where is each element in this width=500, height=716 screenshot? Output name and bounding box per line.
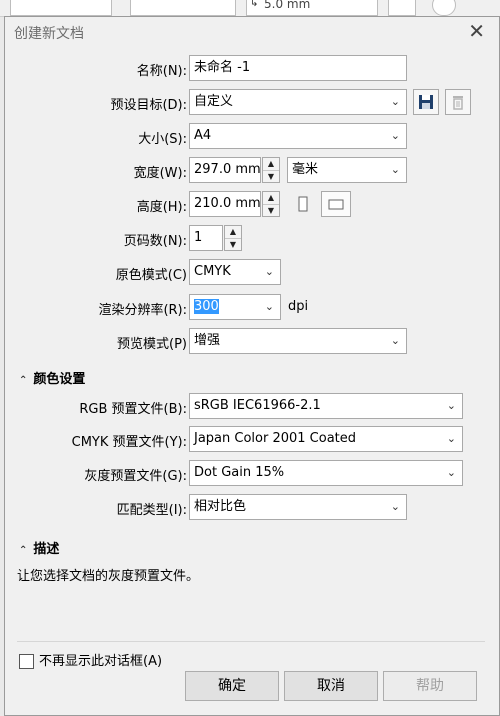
dialog-titlebar: 创建新文档 ✕ xyxy=(5,17,499,47)
name-value: 未命名 -1 xyxy=(194,60,251,75)
footer-divider xyxy=(17,641,485,642)
match-type-select[interactable]: 相对比色 ⌄ xyxy=(189,494,407,520)
name-label: 名称(N): xyxy=(136,64,187,79)
description-header[interactable]: ⌃ 描述 xyxy=(19,538,59,557)
chevron-down-icon: ⌄ xyxy=(446,466,456,479)
cmyk-profile-value: Japan Color 2001 Coated xyxy=(194,431,357,446)
stepper-up-icon[interactable]: ▲ xyxy=(263,192,279,205)
create-document-dialog: 创建新文档 ✕ 名称(N): 未命名 -1 预设目标(D): 自定义 ⌄ 大小(S… xyxy=(4,16,500,716)
render-res-label: 渲染分辨率(R): xyxy=(98,303,187,318)
preset-label: 预设目标(D): xyxy=(110,98,187,113)
stepper-up-icon[interactable]: ▲ xyxy=(263,158,279,171)
color-settings-title: 颜色设置 xyxy=(33,372,86,387)
preview-mode-label: 预览模式(P) xyxy=(117,337,187,352)
stepper-up-icon[interactable]: ▲ xyxy=(225,226,241,239)
chevron-down-icon: ⌄ xyxy=(390,163,400,176)
chevron-down-icon: ⌄ xyxy=(446,432,456,445)
gray-profile-value: Dot Gain 15% xyxy=(194,465,285,480)
width-label: 宽度(W): xyxy=(133,166,187,181)
color-settings-header[interactable]: ⌃ 颜色设置 xyxy=(19,368,85,387)
pages-stepper[interactable]: ▲ ▼ xyxy=(224,225,242,251)
bg-unit-value: 5.0 mm xyxy=(264,0,311,11)
checkbox-box[interactable] xyxy=(19,654,34,669)
chevron-down-icon: ⌄ xyxy=(446,399,456,412)
chevron-down-icon: ⌄ xyxy=(390,500,400,513)
color-mode-label: 原色模式(C) xyxy=(115,268,187,283)
match-type-label: 匹配类型(I): xyxy=(116,503,187,518)
cancel-button[interactable]: 取消 xyxy=(284,671,378,701)
description-title: 描述 xyxy=(33,542,60,557)
pages-label: 页码数(N): xyxy=(123,234,187,249)
dont-show-checkbox[interactable]: 不再显示此对话框(A) xyxy=(19,650,162,669)
match-type-value: 相对比色 xyxy=(194,499,247,514)
gray-profile-select[interactable]: Dot Gain 15% ⌄ xyxy=(189,460,463,486)
collapse-icon[interactable]: ⌃ xyxy=(19,375,27,386)
bg-field-2 xyxy=(130,0,236,16)
name-input[interactable]: 未命名 -1 xyxy=(189,55,407,81)
color-mode-select[interactable]: CMYK ⌄ xyxy=(189,259,281,285)
background-toolbar: ↳ 5.0 mm xyxy=(0,0,500,17)
cmyk-profile-select[interactable]: Japan Color 2001 Coated ⌄ xyxy=(189,426,463,452)
unit-value: 毫米 xyxy=(292,162,319,177)
rgb-profile-value: sRGB IEC61966-2.1 xyxy=(194,398,321,413)
pages-value: 1 xyxy=(194,230,203,245)
stepper-down-icon[interactable]: ▼ xyxy=(225,239,241,251)
dialog-title: 创建新文档 xyxy=(14,26,84,42)
bg-tool-button xyxy=(388,0,416,16)
render-res-select[interactable]: 300 ⌄ xyxy=(189,294,281,320)
width-input[interactable]: 297.0 mm xyxy=(189,157,261,183)
save-icon xyxy=(419,95,433,109)
description-text: 让您选择文档的灰度预置文件。 xyxy=(17,569,200,584)
ok-button[interactable]: 确定 xyxy=(185,671,279,701)
size-value: A4 xyxy=(194,128,212,143)
portrait-icon xyxy=(298,196,308,212)
delete-preset-button[interactable] xyxy=(445,89,471,115)
width-stepper[interactable]: ▲ ▼ xyxy=(262,157,280,183)
dont-show-label: 不再显示此对话框(A) xyxy=(39,654,163,669)
size-select[interactable]: A4 ⌄ xyxy=(189,123,407,149)
color-mode-value: CMYK xyxy=(194,264,231,279)
bg-field-1 xyxy=(10,0,112,16)
portrait-button[interactable] xyxy=(291,194,315,216)
trash-icon xyxy=(453,96,463,110)
preset-select[interactable]: 自定义 ⌄ xyxy=(189,89,407,115)
chevron-down-icon: ⌄ xyxy=(264,265,274,278)
bg-circle-button xyxy=(432,0,456,16)
landscape-icon xyxy=(328,199,344,210)
save-preset-button[interactable] xyxy=(413,89,439,115)
height-value: 210.0 mm xyxy=(194,196,261,211)
height-input[interactable]: 210.0 mm xyxy=(189,191,261,217)
chevron-down-icon: ⌄ xyxy=(390,334,400,347)
dpi-unit: dpi xyxy=(288,299,309,314)
size-label: 大小(S): xyxy=(138,132,187,147)
preview-mode-value: 增强 xyxy=(194,333,221,348)
height-label: 高度(H): xyxy=(136,200,187,215)
unit-select[interactable]: 毫米 ⌄ xyxy=(287,157,407,183)
stepper-down-icon[interactable]: ▼ xyxy=(263,205,279,217)
pages-input[interactable]: 1 xyxy=(189,225,223,251)
preview-mode-select[interactable]: 增强 ⌄ xyxy=(189,328,407,354)
render-res-value: 300 xyxy=(194,299,219,314)
chevron-down-icon: ⌄ xyxy=(390,129,400,142)
rgb-profile-label: RGB 预置文件(B): xyxy=(79,402,187,417)
gray-profile-label: 灰度预置文件(G): xyxy=(84,469,187,484)
help-button[interactable]: 帮助 xyxy=(383,671,477,701)
chevron-down-icon: ⌄ xyxy=(390,95,400,108)
stepper-down-icon[interactable]: ▼ xyxy=(263,171,279,183)
bg-nudge-icon: ↳ xyxy=(250,0,259,9)
close-icon[interactable]: ✕ xyxy=(468,19,485,43)
cmyk-profile-label: CMYK 预置文件(Y): xyxy=(71,435,187,450)
chevron-down-icon: ⌄ xyxy=(264,300,274,313)
collapse-icon[interactable]: ⌃ xyxy=(19,545,27,556)
width-value: 297.0 mm xyxy=(194,162,261,177)
preset-value: 自定义 xyxy=(194,94,234,109)
rgb-profile-select[interactable]: sRGB IEC61966-2.1 ⌄ xyxy=(189,393,463,419)
landscape-button[interactable] xyxy=(321,191,351,217)
height-stepper[interactable]: ▲ ▼ xyxy=(262,191,280,217)
